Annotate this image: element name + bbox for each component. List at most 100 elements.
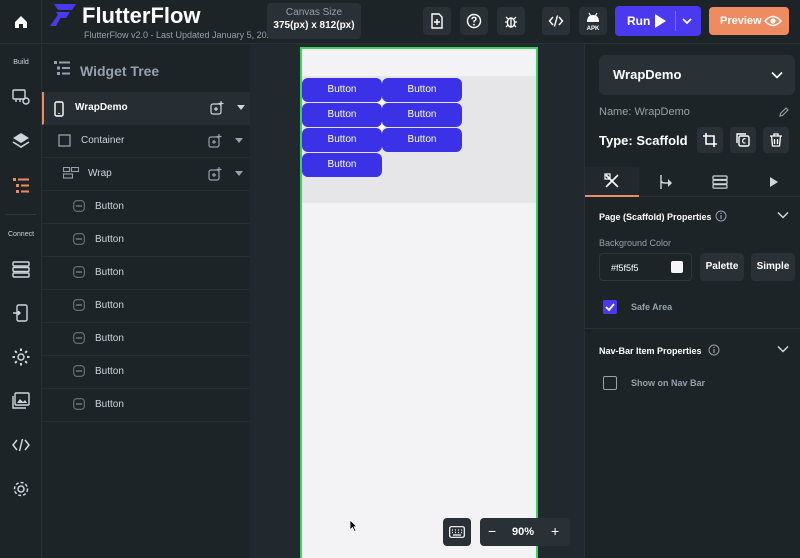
rail-separator (6, 214, 36, 215)
button-widget-icon (73, 365, 85, 377)
wrap-container[interactable]: Button Button Button Button Button Butto… (302, 76, 536, 203)
tree-row-button[interactable]: Button (42, 290, 250, 323)
zoom-level: 90% (512, 526, 535, 538)
home-button[interactable] (0, 0, 42, 44)
canvas-button[interactable]: Button (382, 128, 462, 152)
chevron-down-icon[interactable] (777, 345, 789, 354)
rail-item-media[interactable] (9, 389, 33, 413)
zoom-control: − 90% + (480, 518, 570, 546)
tab-properties[interactable] (585, 167, 639, 197)
sparkle-icon: ✦ (376, 95, 387, 110)
tree-row-container[interactable]: Container (42, 125, 250, 158)
tree-row-button[interactable]: Button (42, 356, 250, 389)
copy-widget-button[interactable] (730, 127, 756, 153)
simple-button[interactable]: Simple (751, 253, 795, 281)
add-child-icon[interactable] (208, 167, 222, 181)
canvas-button[interactable]: Button (382, 78, 462, 102)
section-divider (585, 328, 800, 329)
eye-icon (764, 15, 782, 27)
flutterflow-logo-icon (50, 4, 76, 26)
info-icon[interactable] (708, 344, 720, 356)
page-selector[interactable]: WrapDemo (599, 55, 795, 95)
canvas-button[interactable]: Button (302, 103, 382, 127)
play-icon (770, 177, 778, 187)
background-color-input[interactable]: #f5f5f5 (599, 253, 692, 281)
home-icon (14, 16, 27, 28)
button-widget-icon (73, 332, 85, 344)
convert-widget-button[interactable] (697, 127, 723, 153)
rail-item-firestore[interactable] (9, 257, 33, 281)
widget-tree-icon (54, 61, 70, 75)
layers-icon (12, 133, 30, 148)
tree-row-label: Container (81, 135, 125, 146)
rail-item-theme[interactable] (9, 85, 33, 109)
caret-down-icon[interactable] (235, 138, 243, 143)
canvas-button[interactable]: Button (302, 78, 382, 102)
mobile-api-icon (13, 304, 28, 322)
safe-area-checkbox[interactable] (603, 300, 617, 314)
tree-row-wrapdemo[interactable]: WrapDemo (42, 92, 250, 125)
palette-brush-icon (12, 89, 30, 105)
add-page-button[interactable] (423, 7, 451, 35)
chevron-down-icon[interactable] (681, 15, 693, 27)
chevron-down-icon[interactable] (777, 211, 789, 220)
run-button[interactable]: Run (615, 6, 701, 36)
rail-item-widget-tree[interactable] (9, 173, 33, 197)
rail-item-layers[interactable] (9, 129, 33, 153)
background-color-value: #f5f5f5 (611, 263, 639, 273)
tab-animations[interactable] (747, 167, 800, 197)
gear-icon (12, 348, 30, 366)
debug-button[interactable] (497, 7, 525, 35)
rail-item-app-settings[interactable] (9, 477, 33, 501)
phone-preview-frame[interactable]: Button Button Button Button Button Butto… (300, 47, 538, 558)
show-on-nav-bar-checkbox[interactable] (603, 376, 617, 390)
info-icon[interactable] (715, 210, 727, 222)
android-apk-icon (587, 12, 599, 22)
rail-item-api[interactable] (9, 301, 33, 325)
tab-backend-query[interactable] (693, 167, 747, 197)
canvas-size-selector[interactable]: Canvas Size 375(px) x 812(px) (267, 3, 361, 39)
tree-row-label: WrapDemo (75, 102, 128, 113)
rail-item-settings[interactable] (9, 345, 33, 369)
palette-button[interactable]: Palette (700, 253, 744, 281)
caret-down-icon[interactable] (235, 171, 243, 176)
tree-row-button[interactable]: Button (42, 224, 250, 257)
canvas-button[interactable]: Button (302, 153, 382, 177)
tree-row-button[interactable]: Button (42, 257, 250, 290)
add-child-icon[interactable] (208, 134, 222, 148)
connect-section-label: Connect (7, 231, 35, 238)
run-divider (675, 11, 676, 31)
tree-row-button[interactable]: Button (42, 323, 250, 356)
preview-button[interactable]: Preview (709, 7, 789, 35)
delete-widget-button[interactable] (763, 127, 789, 153)
pencil-icon[interactable] (779, 107, 789, 117)
left-nav-rail: Build Connect (0, 44, 42, 558)
keyboard-shortcuts-button[interactable] (443, 518, 471, 546)
zoom-in-button[interactable]: + (551, 523, 559, 539)
help-button[interactable] (460, 7, 488, 35)
canvas-button[interactable]: Button (302, 128, 382, 152)
selected-page-name: WrapDemo (613, 67, 682, 82)
app-title: FlutterFlow (82, 3, 201, 28)
color-swatch[interactable] (671, 261, 683, 273)
tree-row-wrap[interactable]: Wrap (42, 158, 250, 191)
caret-down-icon[interactable] (237, 105, 245, 110)
tab-actions[interactable] (639, 167, 693, 197)
rail-item-custom-code[interactable] (9, 433, 33, 457)
tree-row-label: Button (95, 234, 124, 245)
tree-row-label: Button (95, 300, 124, 311)
flutterflow-editor: FlutterFlow FlutterFlow v2.0 - Last Upda… (0, 0, 800, 558)
canvas-button[interactable]: Button (382, 103, 462, 127)
apk-download-button[interactable]: APK (579, 7, 607, 35)
tree-row-button[interactable]: Button (42, 191, 250, 224)
button-widget-icon (73, 200, 85, 212)
add-child-icon[interactable] (210, 101, 224, 115)
zoom-out-button[interactable]: − (488, 523, 496, 539)
tree-row-button[interactable]: Button (42, 389, 250, 422)
mouse-cursor-icon (349, 519, 358, 532)
view-code-button[interactable] (542, 7, 570, 35)
apk-label: APK (586, 26, 600, 32)
bug-icon (505, 16, 517, 28)
widget-tree-header: Widget Tree (42, 44, 250, 92)
tree-row-label: Button (95, 399, 124, 410)
